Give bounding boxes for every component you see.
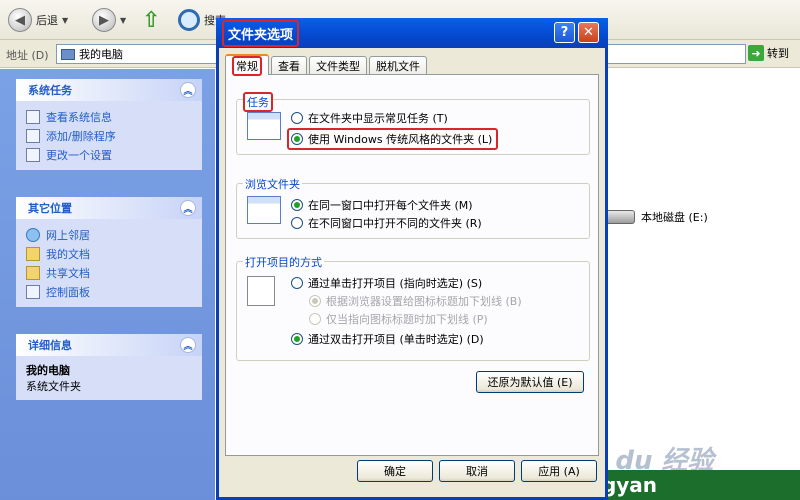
details-name: 我的电脑 bbox=[26, 364, 70, 377]
radio-button bbox=[291, 333, 303, 345]
pointer-cursor-icon bbox=[247, 276, 275, 306]
browse-group-label: 浏览文件夹 bbox=[243, 176, 302, 192]
radio-button bbox=[291, 277, 303, 289]
tasks-preview-icon bbox=[247, 112, 281, 140]
ok-button[interactable]: 确定 bbox=[357, 460, 433, 482]
forward-arrow-icon: ▶ bbox=[92, 8, 116, 32]
control-panel-icon bbox=[26, 147, 40, 162]
back-arrow-icon: ◀ bbox=[8, 8, 32, 32]
radio-button bbox=[291, 217, 303, 229]
click-items-group: 打开项目的方式 通过单击打开项目 (指向时选定) (S) 根据浏览器设置给图标标… bbox=[236, 254, 590, 361]
sidebar-link[interactable]: 添加/删除程序 bbox=[26, 126, 192, 145]
back-button[interactable]: ◀ 后退 ▼ bbox=[8, 6, 68, 34]
sidebar-link[interactable]: 网上邻居 bbox=[26, 225, 192, 244]
apply-button[interactable]: 应用 (A) bbox=[521, 460, 597, 482]
address-value: 我的电脑 bbox=[79, 48, 123, 61]
underline-browser-radio[interactable]: 根据浏览器设置给图标标题加下划线 (B) bbox=[309, 293, 522, 309]
details-title: 详细信息 bbox=[28, 339, 72, 352]
cancel-button[interactable]: 取消 bbox=[439, 460, 515, 482]
double-click-radio[interactable]: 通过双击打开项目 (单击时选定) (D) bbox=[291, 331, 484, 347]
collapse-chevron-icon[interactable]: ︽ bbox=[180, 337, 196, 353]
sidebar-link[interactable]: 共享文档 bbox=[26, 263, 192, 282]
separate-window-radio[interactable]: 在不同窗口中打开不同的文件夹 (R) bbox=[291, 215, 482, 231]
tab-offline-files[interactable]: 脱机文件 bbox=[369, 56, 427, 75]
sidebar-link[interactable]: 更改一个设置 bbox=[26, 145, 192, 164]
other-places-box: 其它位置 ︽ 网上邻居 我的文档 共享文档 控制面板 bbox=[16, 197, 202, 307]
tab-general[interactable]: 常规 bbox=[225, 54, 269, 76]
control-panel-icon bbox=[26, 284, 40, 299]
address-label: 地址 (D) bbox=[6, 49, 49, 62]
details-header[interactable]: 详细信息 ︽ bbox=[16, 334, 202, 356]
sidebar-link[interactable]: 我的文档 bbox=[26, 244, 192, 263]
add-remove-programs-icon bbox=[26, 128, 40, 143]
dialog-title: 文件夹选项 bbox=[222, 19, 300, 47]
radio-button bbox=[309, 295, 321, 307]
dropdown-arrow-icon: ▼ bbox=[120, 15, 127, 25]
go-label: 转到 bbox=[767, 47, 789, 60]
help-icon[interactable]: ? bbox=[554, 22, 575, 43]
dialog-tabs: 常规 查看 文件类型 脱机文件 bbox=[225, 54, 429, 76]
up-folder-button[interactable]: ⇧ bbox=[142, 6, 160, 34]
my-documents-icon bbox=[26, 246, 40, 261]
underline-point-radio[interactable]: 仅当指向图标标题时加下划线 (P) bbox=[309, 311, 488, 327]
hard-drive-icon bbox=[605, 210, 635, 224]
back-label: 后退 bbox=[36, 14, 58, 27]
general-tab-panel: 任务 在文件夹中显示常见任务 (T) 使用 Windows 传统风格的文件夹 (… bbox=[225, 74, 599, 456]
details-box: 详细信息 ︽ 我的电脑 系统文件夹 bbox=[16, 334, 202, 400]
single-click-radio[interactable]: 通过单击打开项目 (指向时选定) (S) bbox=[291, 275, 482, 291]
tab-file-types[interactable]: 文件类型 bbox=[309, 56, 367, 75]
search-icon bbox=[178, 9, 200, 31]
other-places-header[interactable]: 其它位置 ︽ bbox=[16, 197, 202, 219]
up-folder-icon: ⇧ bbox=[142, 7, 161, 33]
close-icon[interactable]: ✕ bbox=[578, 22, 599, 43]
system-tasks-title: 系统任务 bbox=[28, 84, 72, 97]
go-button[interactable]: ➜ 转到 bbox=[748, 45, 789, 61]
browse-folders-group: 浏览文件夹 在同一窗口中打开每个文件夹 (M) 在不同窗口中打开不同的文件夹 (… bbox=[236, 176, 590, 239]
radio-button bbox=[291, 112, 303, 124]
collapse-chevron-icon[interactable]: ︽ bbox=[180, 82, 196, 98]
other-places-title: 其它位置 bbox=[28, 202, 72, 215]
classic-folders-radio[interactable]: 使用 Windows 传统风格的文件夹 (L) bbox=[287, 128, 499, 150]
radio-button bbox=[309, 313, 321, 325]
system-tasks-header[interactable]: 系统任务 ︽ bbox=[16, 79, 202, 101]
radio-button bbox=[291, 199, 303, 211]
sidebar-link[interactable]: 控制面板 bbox=[26, 282, 192, 301]
go-arrow-icon: ➜ bbox=[748, 45, 764, 61]
restore-defaults-button[interactable]: 还原为默认值 (E) bbox=[476, 371, 584, 393]
tasks-group: 任务 在文件夹中显示常见任务 (T) 使用 Windows 传统风格的文件夹 (… bbox=[236, 92, 590, 155]
dropdown-arrow-icon: ▼ bbox=[62, 15, 69, 25]
same-window-radio[interactable]: 在同一窗口中打开每个文件夹 (M) bbox=[291, 197, 473, 213]
folder-options-dialog: 文件夹选项 ? ✕ 常规 查看 文件类型 脱机文件 任务 在文件夹中显示常见任务… bbox=[216, 18, 608, 500]
details-desc: 系统文件夹 bbox=[26, 380, 81, 393]
browse-preview-icon bbox=[247, 196, 281, 224]
tab-view[interactable]: 查看 bbox=[271, 56, 307, 75]
radio-button bbox=[291, 133, 303, 145]
shared-documents-icon bbox=[26, 265, 40, 280]
network-places-icon bbox=[26, 227, 40, 242]
system-tasks-box: 系统任务 ︽ 查看系统信息 添加/删除程序 更改一个设置 bbox=[16, 79, 202, 170]
drive-item[interactable]: 本地磁盘 (E:) bbox=[605, 209, 708, 225]
dialog-titlebar[interactable]: 文件夹选项 ? ✕ bbox=[216, 18, 608, 48]
task-pane: 系统任务 ︽ 查看系统信息 添加/删除程序 更改一个设置 其它位置 ︽ 网上邻居… bbox=[0, 69, 215, 500]
collapse-chevron-icon[interactable]: ︽ bbox=[180, 200, 196, 216]
click-group-label: 打开项目的方式 bbox=[243, 254, 324, 270]
tasks-group-label: 任务 bbox=[243, 92, 273, 112]
drive-label: 本地磁盘 (E:) bbox=[641, 211, 708, 224]
show-common-tasks-radio[interactable]: 在文件夹中显示常见任务 (T) bbox=[291, 110, 448, 126]
system-info-icon bbox=[26, 109, 40, 124]
sidebar-link[interactable]: 查看系统信息 bbox=[26, 107, 192, 126]
my-computer-icon bbox=[61, 48, 75, 60]
forward-button[interactable]: ▶ ▼ bbox=[92, 6, 126, 34]
